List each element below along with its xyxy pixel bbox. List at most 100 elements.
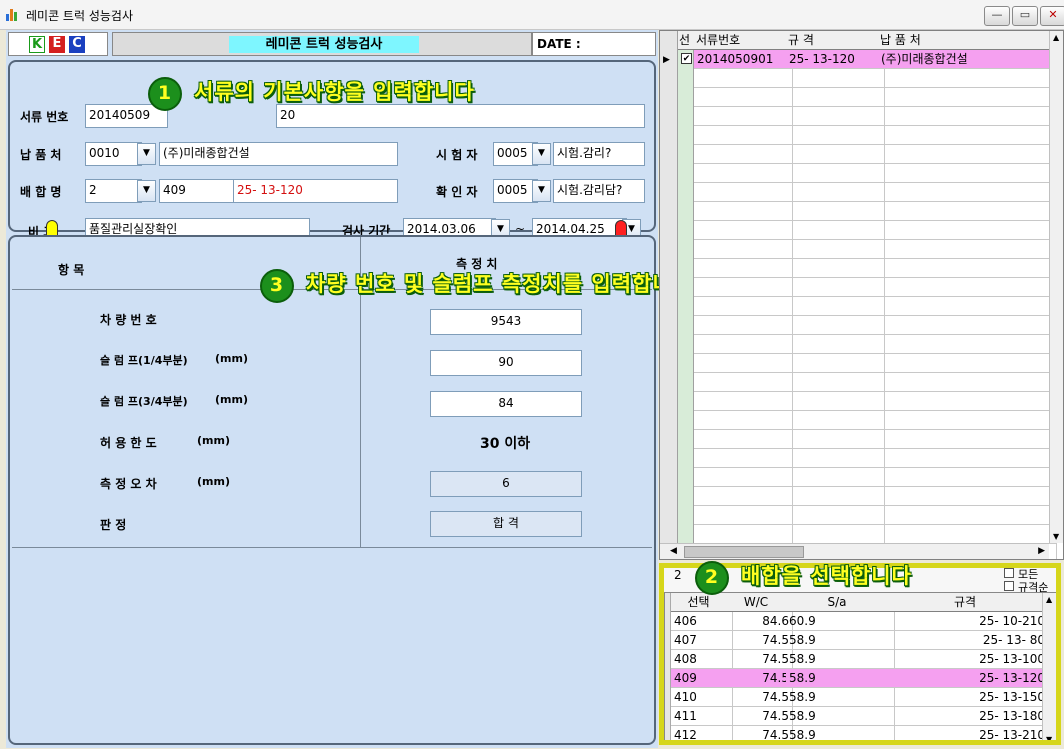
- mix-header-wc[interactable]: W/C: [726, 593, 787, 612]
- mix-cell-wc[interactable]: 74.5: [726, 631, 793, 650]
- slump-quarter-input[interactable]: 90: [430, 350, 582, 376]
- empty-grid-cell[interactable]: [878, 373, 1057, 392]
- mix-cell-wc[interactable]: 74.5: [726, 669, 793, 688]
- empty-grid-cell[interactable]: [878, 240, 1057, 259]
- empty-grid-cell[interactable]: [694, 335, 793, 354]
- empty-grid-cell[interactable]: [694, 202, 793, 221]
- empty-grid-cell[interactable]: [878, 411, 1057, 430]
- empty-grid-cell[interactable]: [694, 107, 793, 126]
- empty-grid-cell[interactable]: [878, 449, 1057, 468]
- empty-grid-cell[interactable]: [694, 430, 793, 449]
- mix-cell-no[interactable]: 409: [671, 669, 733, 688]
- empty-grid-cell[interactable]: [786, 354, 885, 373]
- slump-three-quarter-input[interactable]: 84: [430, 391, 582, 417]
- empty-grid-cell[interactable]: [786, 278, 885, 297]
- grid-header-spec[interactable]: 규 격: [786, 31, 881, 50]
- mix-cell-wc[interactable]: 74.5: [726, 707, 793, 726]
- empty-grid-cell[interactable]: [694, 145, 793, 164]
- mix-cell-sa[interactable]: 58.9: [786, 669, 895, 688]
- empty-grid-cell[interactable]: [878, 145, 1057, 164]
- empty-grid-cell[interactable]: [786, 259, 885, 278]
- empty-grid-cell[interactable]: [694, 69, 793, 88]
- grid-cell-spec[interactable]: 25- 13-120: [786, 50, 885, 69]
- mix-header-spec[interactable]: 규격: [888, 593, 1043, 612]
- mix-header-select[interactable]: 선택: [671, 593, 727, 612]
- mix-cell-wc[interactable]: 74.5: [726, 688, 793, 707]
- empty-grid-cell[interactable]: [786, 107, 885, 126]
- mix-cell-no[interactable]: 412: [671, 726, 733, 740]
- empty-grid-cell[interactable]: [878, 297, 1057, 316]
- empty-grid-cell[interactable]: [878, 506, 1057, 525]
- mix-cell-sa[interactable]: 58.9: [786, 688, 895, 707]
- empty-grid-cell[interactable]: [694, 183, 793, 202]
- grid-header-doc-no[interactable]: 서류번호: [694, 31, 789, 50]
- empty-grid-cell[interactable]: [878, 430, 1057, 449]
- scroll-up-icon[interactable]: ▲: [1053, 33, 1059, 42]
- empty-grid-cell[interactable]: [694, 316, 793, 335]
- mix-cell-no[interactable]: 410: [671, 688, 733, 707]
- empty-grid-cell[interactable]: [878, 183, 1057, 202]
- scroll-down-icon[interactable]: ▼: [1046, 735, 1052, 740]
- empty-grid-cell[interactable]: [694, 259, 793, 278]
- empty-grid-cell[interactable]: [694, 297, 793, 316]
- empty-grid-cell[interactable]: [878, 88, 1057, 107]
- empty-grid-cell[interactable]: [878, 221, 1057, 240]
- empty-grid-cell[interactable]: [786, 449, 885, 468]
- scroll-down-icon[interactable]: ▼: [1053, 532, 1059, 541]
- empty-grid-cell[interactable]: [694, 240, 793, 259]
- empty-grid-cell[interactable]: [694, 373, 793, 392]
- mix-cell-spec[interactable]: 25- 10-210: [888, 612, 1049, 631]
- vehicle-no-input[interactable]: 9543: [430, 309, 582, 335]
- empty-grid-cell[interactable]: [878, 392, 1057, 411]
- empty-grid-cell[interactable]: [786, 525, 885, 544]
- all-option-checkbox[interactable]: [1004, 568, 1014, 578]
- mix-cell-spec[interactable]: 25- 13-180: [888, 707, 1049, 726]
- mix-cell-spec[interactable]: 25- 13-100: [888, 650, 1049, 669]
- empty-grid-cell[interactable]: [694, 487, 793, 506]
- empty-grid-cell[interactable]: [786, 297, 885, 316]
- grid-header-supplier[interactable]: 납 품 처: [878, 31, 1053, 50]
- empty-grid-cell[interactable]: [786, 468, 885, 487]
- supplier-dropdown-button[interactable]: ▼: [137, 143, 156, 165]
- scroll-up-icon[interactable]: ▲: [1046, 595, 1052, 604]
- grid-cell-supplier[interactable]: (주)미래종합건설: [878, 50, 1057, 69]
- mix-cell-wc[interactable]: 74.5: [726, 726, 793, 740]
- empty-grid-cell[interactable]: [786, 430, 885, 449]
- empty-grid-cell[interactable]: [878, 202, 1057, 221]
- scroll-right-icon[interactable]: ▶: [1038, 546, 1045, 556]
- empty-grid-cell[interactable]: [786, 487, 885, 506]
- empty-grid-cell[interactable]: [694, 221, 793, 240]
- scroll-thumb[interactable]: [684, 546, 804, 558]
- empty-grid-cell[interactable]: [694, 449, 793, 468]
- grid-cell-doc-no[interactable]: 2014050901: [694, 50, 793, 69]
- close-button[interactable]: ✕: [1040, 6, 1064, 26]
- row-checkbox[interactable]: ✔: [681, 53, 692, 64]
- empty-grid-cell[interactable]: [878, 259, 1057, 278]
- mix-code-input[interactable]: 2: [85, 179, 142, 203]
- empty-grid-cell[interactable]: [694, 506, 793, 525]
- empty-grid-cell[interactable]: [786, 335, 885, 354]
- mix-cell-sa[interactable]: 58.9: [786, 631, 895, 650]
- mix-cell-sa[interactable]: 58.9: [786, 726, 895, 740]
- empty-grid-cell[interactable]: [694, 525, 793, 544]
- empty-grid-cell[interactable]: [878, 126, 1057, 145]
- checker-dropdown-button[interactable]: ▼: [532, 180, 551, 202]
- empty-grid-cell[interactable]: [786, 316, 885, 335]
- empty-grid-cell[interactable]: [878, 468, 1057, 487]
- minimize-button[interactable]: —: [984, 6, 1010, 26]
- mix-cell-sa[interactable]: 58.9: [786, 650, 895, 669]
- empty-grid-cell[interactable]: [786, 164, 885, 183]
- empty-grid-cell[interactable]: [786, 202, 885, 221]
- mix-dropdown-button[interactable]: ▼: [137, 180, 156, 202]
- mix-cell-spec[interactable]: 25- 13-120: [888, 669, 1049, 688]
- mix-cell-sa[interactable]: 58.9: [786, 707, 895, 726]
- empty-grid-cell[interactable]: [878, 335, 1057, 354]
- empty-grid-cell[interactable]: [878, 278, 1057, 297]
- empty-grid-cell[interactable]: [786, 221, 885, 240]
- empty-grid-cell[interactable]: [694, 392, 793, 411]
- mix-cell-sa[interactable]: 60.9: [786, 612, 895, 631]
- grid-vertical-scrollbar[interactable]: ▲ ▼: [1049, 31, 1063, 543]
- empty-grid-cell[interactable]: [878, 487, 1057, 506]
- empty-grid-cell[interactable]: [786, 183, 885, 202]
- supplier-code-input[interactable]: 0010: [85, 142, 142, 166]
